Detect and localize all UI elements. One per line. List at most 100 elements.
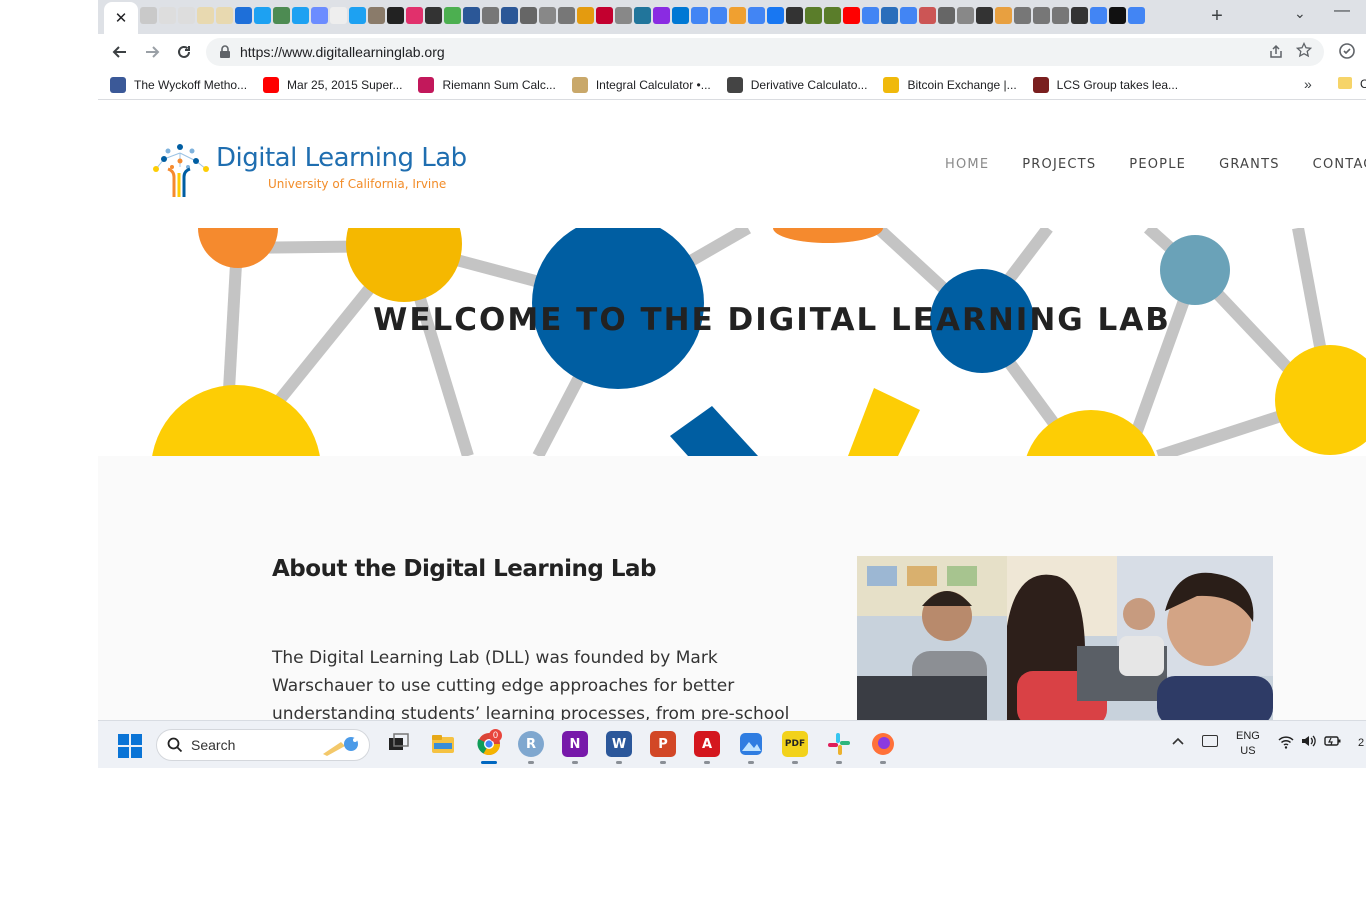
pinned-tab-favicon[interactable] — [444, 7, 461, 24]
pinned-tab-favicon[interactable] — [957, 7, 974, 24]
pinned-tab-favicon[interactable] — [178, 7, 195, 24]
pinned-tab-favicon[interactable] — [1052, 7, 1069, 24]
pinned-tab-favicon[interactable] — [577, 7, 594, 24]
pinned-tab-favicon[interactable] — [273, 7, 290, 24]
pinned-tab-favicon[interactable] — [140, 7, 157, 24]
pinned-tab-favicon[interactable] — [159, 7, 176, 24]
keyboard-icon[interactable] — [1202, 735, 1218, 747]
pinned-tab-favicon[interactable] — [330, 7, 347, 24]
pinned-tab-favicon[interactable] — [824, 7, 841, 24]
pinned-tab-favicon[interactable] — [976, 7, 993, 24]
pinned-tab-favicon[interactable] — [672, 7, 689, 24]
pinned-tab-favicon[interactable] — [881, 7, 898, 24]
windows-start-icon[interactable] — [118, 734, 142, 758]
pinned-tab-favicon[interactable] — [615, 7, 632, 24]
r-app-icon[interactable]: R — [518, 731, 544, 757]
pinned-tab-favicon[interactable] — [368, 7, 385, 24]
pinned-tab-favicon[interactable] — [216, 7, 233, 24]
pinned-tab-favicon[interactable] — [425, 7, 442, 24]
word-icon[interactable]: W — [606, 731, 632, 757]
pinned-tab-favicon[interactable] — [729, 7, 746, 24]
onenote-icon[interactable]: N — [562, 731, 588, 757]
photos-icon[interactable] — [738, 731, 764, 757]
bookmarks-overflow-icon[interactable]: » — [1304, 76, 1312, 92]
nav-home[interactable]: HOME — [945, 157, 989, 172]
pinned-tab-favicon[interactable] — [1090, 7, 1107, 24]
pinned-tab-favicon[interactable] — [349, 7, 366, 24]
pinned-tab-favicon[interactable] — [786, 7, 803, 24]
pinned-tab-favicon[interactable] — [235, 7, 252, 24]
extensions-icon[interactable] — [1338, 42, 1356, 60]
new-tab-button[interactable]: + — [1206, 5, 1228, 27]
pinned-tab-favicon[interactable] — [691, 7, 708, 24]
wifi-icon[interactable] — [1278, 735, 1294, 749]
slack-icon[interactable] — [826, 731, 852, 757]
pinned-tab-favicon[interactable] — [463, 7, 480, 24]
acrobat-icon[interactable]: A — [694, 731, 720, 757]
pinned-tab-favicon[interactable] — [919, 7, 936, 24]
bookmark-item[interactable]: The Wyckoff Metho... — [110, 76, 247, 93]
pinned-tab-favicon[interactable] — [634, 7, 651, 24]
bookmark-star-icon[interactable] — [1296, 42, 1312, 58]
battery-icon[interactable] — [1324, 734, 1342, 748]
close-tab-icon[interactable]: ✕ — [115, 9, 128, 27]
bookmark-item[interactable]: Integral Calculator •... — [571, 76, 711, 93]
pinned-tab-favicon[interactable] — [1109, 7, 1126, 24]
pinned-tab-favicon[interactable] — [805, 7, 822, 24]
pinned-tab-favicon[interactable] — [862, 7, 879, 24]
minimize-button[interactable]: — — [1334, 2, 1350, 20]
pinned-tab-favicon[interactable] — [1014, 7, 1031, 24]
pinned-tab-favicon[interactable] — [1033, 7, 1050, 24]
bookmark-item[interactable]: Riemann Sum Calc... — [418, 76, 556, 93]
forward-button[interactable] — [140, 40, 164, 64]
language-indicator[interactable]: ENG US — [1236, 729, 1260, 759]
pinned-tab-favicon[interactable] — [767, 7, 784, 24]
nav-contact[interactable]: CONTACT — [1313, 157, 1366, 172]
bookmark-item[interactable]: Mar 25, 2015 Super... — [263, 76, 402, 93]
pinned-tab-favicon[interactable] — [292, 7, 309, 24]
pinned-tab-favicon[interactable] — [710, 7, 727, 24]
nav-projects[interactable]: PROJECTS — [1022, 157, 1096, 172]
reload-button[interactable] — [172, 40, 196, 64]
pinned-tab-favicon[interactable] — [406, 7, 423, 24]
pinned-tab-favicon[interactable] — [900, 7, 917, 24]
bookmark-item[interactable]: Bitcoin Exchange |... — [883, 76, 1017, 93]
nav-grants[interactable]: GRANTS — [1219, 157, 1280, 172]
pinned-tab-favicon[interactable] — [254, 7, 271, 24]
pdf-app-icon[interactable]: PDF — [782, 731, 808, 757]
taskbar-search[interactable]: Search — [156, 729, 370, 761]
pinned-tab-favicon[interactable] — [539, 7, 556, 24]
pinned-tab-favicon[interactable] — [748, 7, 765, 24]
active-tab[interactable]: ✕ — [104, 2, 138, 34]
pinned-tab-favicon[interactable] — [501, 7, 518, 24]
task-view-icon[interactable] — [386, 731, 412, 757]
nav-people[interactable]: PEOPLE — [1129, 157, 1186, 172]
file-explorer-icon[interactable] — [430, 731, 456, 757]
chevron-up-icon[interactable] — [1171, 735, 1185, 749]
pinned-tab-favicon[interactable] — [653, 7, 670, 24]
pinned-tab-favicon[interactable] — [558, 7, 575, 24]
bookmark-folder-label[interactable]: C — [1360, 77, 1366, 91]
folder-icon[interactable] — [1338, 77, 1352, 89]
pinned-tab-favicon[interactable] — [387, 7, 404, 24]
pinned-tab-favicon[interactable] — [995, 7, 1012, 24]
bookmark-item[interactable]: LCS Group takes lea... — [1032, 76, 1178, 93]
pinned-tab-favicon[interactable] — [482, 7, 499, 24]
pinned-tab-favicon[interactable] — [1128, 7, 1145, 24]
volume-icon[interactable] — [1300, 734, 1316, 748]
pinned-tab-favicon[interactable] — [520, 7, 537, 24]
firefox-icon[interactable] — [870, 731, 896, 757]
address-bar[interactable]: https://www.digitallearninglab.org — [206, 38, 1324, 66]
pinned-tab-favicon[interactable] — [596, 7, 613, 24]
back-button[interactable] — [108, 40, 132, 64]
bookmark-item[interactable]: Derivative Calculato... — [726, 76, 867, 93]
pinned-tab-favicon[interactable] — [311, 7, 328, 24]
powerpoint-icon[interactable]: P — [650, 731, 676, 757]
tab-search-icon[interactable]: ⌄ — [1294, 5, 1306, 22]
pinned-tab-favicon[interactable] — [843, 7, 860, 24]
pinned-tab-favicon[interactable] — [938, 7, 955, 24]
clock[interactable]: 2 — [1358, 737, 1364, 749]
pinned-tab-favicon[interactable] — [197, 7, 214, 24]
pinned-tab-favicon[interactable] — [1071, 7, 1088, 24]
site-logo[interactable]: Digital Learning Lab University of Calif… — [146, 139, 506, 199]
